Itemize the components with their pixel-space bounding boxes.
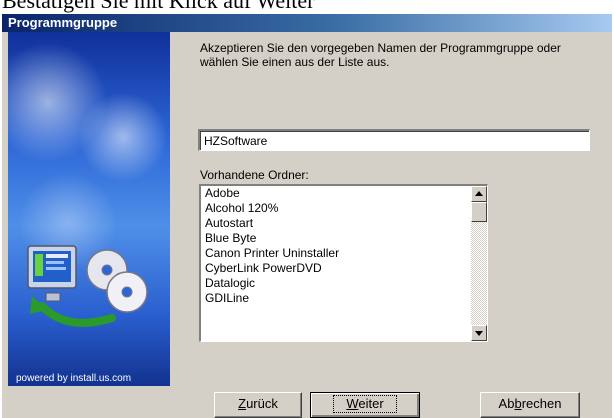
- list-item[interactable]: CyberLink PowerDVD: [203, 261, 469, 276]
- existing-folders-listbox[interactable]: Adobe Alcohol 120% Autostart Blue Byte C…: [199, 184, 488, 342]
- instruction-text: Akzeptieren Sie den vorgegeben Namen der…: [200, 41, 561, 69]
- powered-by-text: powered by install.us.com: [16, 373, 132, 384]
- existing-folders-label: Vorhandene Ordner:: [200, 168, 309, 182]
- window-title: Programmgruppe: [8, 15, 118, 30]
- scroll-thumb[interactable]: [471, 202, 487, 222]
- side-banner: powered by install.us.com: [8, 32, 170, 386]
- arrow-up-icon: [475, 191, 483, 196]
- vertical-scrollbar[interactable]: [471, 186, 487, 341]
- next-button[interactable]: Weiter: [310, 392, 420, 418]
- computer-cd-illustration: [27, 245, 148, 327]
- scroll-down-button[interactable]: [471, 325, 487, 341]
- list-item[interactable]: Blue Byte: [203, 231, 469, 246]
- list-item[interactable]: Autostart: [203, 216, 469, 231]
- list-item[interactable]: GDILine: [203, 291, 469, 306]
- list-item[interactable]: Datalogic: [203, 276, 469, 291]
- back-button[interactable]: Zurück: [214, 392, 302, 418]
- arrow-down-icon: [475, 331, 483, 336]
- list-item[interactable]: Canon Printer Uninstaller: [203, 246, 469, 261]
- focus-rectangle: Weiter: [333, 395, 397, 413]
- program-group-name-input[interactable]: [198, 129, 590, 151]
- title-bar[interactable]: Programmgruppe: [2, 14, 612, 32]
- cancel-button[interactable]: Abbrechen: [480, 392, 580, 418]
- list-item[interactable]: Adobe: [203, 186, 469, 201]
- list-item[interactable]: Alcohol 120%: [203, 201, 469, 216]
- installer-dialog: Programmgruppe powered by install.us.com…: [2, 14, 612, 418]
- scroll-up-button[interactable]: [471, 186, 487, 202]
